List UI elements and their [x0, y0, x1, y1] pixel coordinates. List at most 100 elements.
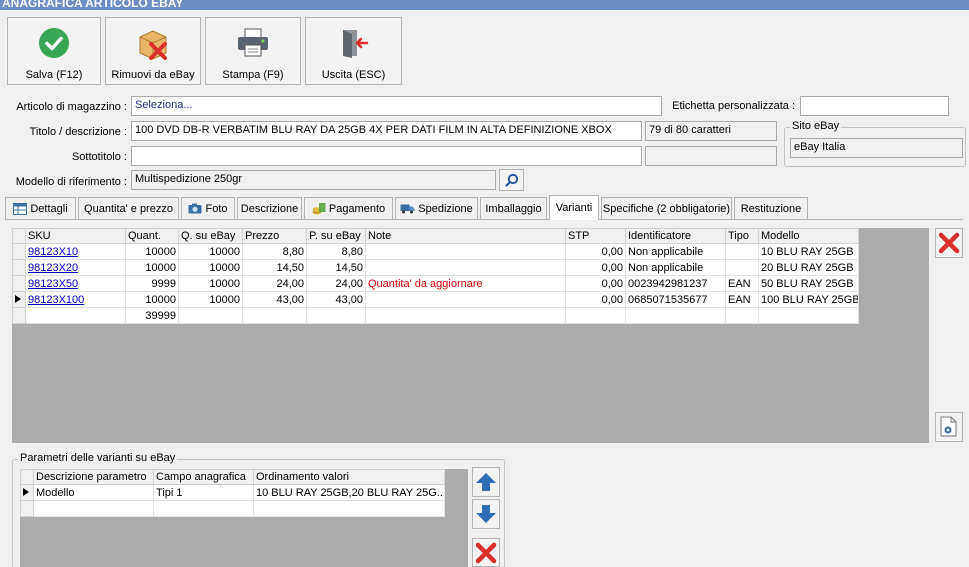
table-row[interactable]: Modello Tipi 1 10 BLU RAY 25GB,20 BLU RA… [20, 484, 445, 501]
cell-note[interactable] [365, 291, 566, 308]
tab-restituzione[interactable]: Restituzione [734, 197, 808, 219]
table-row[interactable]: 98123X10 10000 10000 8,80 8,80 0,00 Non … [12, 243, 859, 260]
tab-descrizione[interactable]: Descrizione [237, 197, 302, 219]
cell-quant[interactable]: 10000 [125, 259, 179, 276]
row-indicator[interactable] [12, 243, 26, 260]
row-indicator[interactable] [12, 259, 26, 276]
col-header-ordinamento-valori[interactable]: Ordinamento valori [253, 469, 445, 485]
cell-note[interactable]: Quantita' da aggiornare [365, 275, 566, 292]
move-up-button[interactable] [472, 467, 500, 497]
row-indicator-current[interactable] [20, 484, 34, 501]
col-header-prezzo[interactable]: Prezzo [242, 228, 307, 244]
table-row[interactable]: 98123X20 10000 10000 14,50 14,50 0,00 No… [12, 259, 859, 276]
tab-imballaggio[interactable]: Imballaggio [480, 197, 547, 219]
cell-modello[interactable]: 10 BLU RAY 25GB [758, 243, 859, 260]
tab-spedizione[interactable]: Spedizione [395, 197, 478, 219]
table-row[interactable]: 98123X100 10000 10000 43,00 43,00 0,00 0… [12, 291, 859, 308]
cell-ordinamento-valori[interactable]: 10 BLU RAY 25GB,20 BLU RAY 25G... [253, 484, 445, 501]
col-header-p-ebay[interactable]: P. su eBay [306, 228, 366, 244]
col-header-identificatore[interactable]: Identificatore [625, 228, 726, 244]
cell-q-ebay[interactable]: 10000 [178, 291, 243, 308]
articolo-field[interactable]: Seleziona... [131, 96, 662, 116]
cell-q-ebay[interactable]: 10000 [178, 275, 243, 292]
tab-label: Restituzione [740, 202, 802, 215]
col-header-note[interactable]: Note [365, 228, 566, 244]
row-indicator[interactable] [20, 500, 34, 517]
table-row-new[interactable] [20, 500, 445, 517]
save-button[interactable]: Salva (F12) [7, 17, 101, 85]
tab-label: Specifiche (2 obbligatorie) [602, 202, 731, 215]
etichetta-field[interactable] [800, 96, 949, 116]
cell-identificatore[interactable]: Non applicabile [625, 259, 726, 276]
cell-stp[interactable]: 0,00 [565, 259, 626, 276]
cell-modello[interactable]: 50 BLU RAY 25GB [758, 275, 859, 292]
cell-quant[interactable]: 10000 [125, 243, 179, 260]
exit-button[interactable]: Uscita (ESC) [305, 17, 402, 85]
col-header-campo-anagrafica[interactable]: Campo anagrafica [153, 469, 254, 485]
row-indicator[interactable] [12, 275, 26, 292]
sito-ebay-label: Sito eBay [790, 120, 842, 132]
cell-identificatore[interactable]: 0685071535677 [625, 291, 726, 308]
totals-row: 39999 [12, 307, 859, 324]
sku-link[interactable]: 98123X20 [28, 262, 78, 274]
cell-p-ebay[interactable]: 8,80 [306, 243, 366, 260]
tab-foto[interactable]: Foto [181, 197, 235, 219]
cell-modello[interactable]: 20 BLU RAY 25GB [758, 259, 859, 276]
print-button[interactable]: Stampa (F9) [205, 17, 301, 85]
cell-tipo[interactable]: EAN [725, 275, 759, 292]
params-table: Descrizione parametro Campo anagrafica O… [20, 469, 445, 517]
cell-modello[interactable]: 100 BLU RAY 25GB [758, 291, 859, 308]
cell-p-ebay[interactable]: 43,00 [306, 291, 366, 308]
delete-param-button[interactable] [472, 538, 500, 567]
delete-variant-button[interactable] [935, 228, 963, 258]
tab-specifiche[interactable]: Specifiche (2 obbligatorie) [601, 197, 732, 219]
cell-quant[interactable]: 10000 [125, 291, 179, 308]
tab-dettagli[interactable]: Dettagli [5, 197, 76, 219]
col-header-q-ebay[interactable]: Q. su eBay [178, 228, 243, 244]
move-down-button[interactable] [472, 499, 500, 529]
cell-tipo[interactable] [725, 243, 759, 260]
cell-q-ebay[interactable]: 10000 [178, 259, 243, 276]
cell-prezzo[interactable]: 43,00 [242, 291, 307, 308]
col-header-stp[interactable]: STP [565, 228, 626, 244]
cell-prezzo[interactable]: 8,80 [242, 243, 307, 260]
cell-note[interactable] [365, 259, 566, 276]
row-indicator-current[interactable] [12, 291, 26, 308]
titolo-field[interactable]: 100 DVD DB-R VERBATIM BLU RAY DA 25GB 4X… [131, 121, 642, 141]
table-row[interactable]: 98123X50 9999 10000 24,00 24,00 Quantita… [12, 275, 859, 292]
sku-link[interactable]: 98123X10 [28, 246, 78, 258]
sku-link[interactable]: 98123X100 [28, 294, 84, 306]
cell-prezzo[interactable]: 24,00 [242, 275, 307, 292]
cell-p-ebay[interactable]: 24,00 [306, 275, 366, 292]
col-header-sku[interactable]: SKU [25, 228, 126, 244]
sottotitolo-count [645, 146, 777, 166]
cell-q-ebay[interactable]: 10000 [178, 243, 243, 260]
cell-quant[interactable]: 9999 [125, 275, 179, 292]
cell-p-ebay[interactable]: 14,50 [306, 259, 366, 276]
tab-pagamento[interactable]: Pagamento [304, 197, 393, 219]
cell-note[interactable] [365, 243, 566, 260]
cell-campo-anagrafica[interactable]: Tipi 1 [153, 484, 254, 501]
cell-stp[interactable]: 0,00 [565, 243, 626, 260]
cell-prezzo[interactable]: 14,50 [242, 259, 307, 276]
tab-quantita-prezzo[interactable]: Quantita' e prezzo [78, 197, 179, 219]
remove-from-ebay-button[interactable]: Rimuovi da eBay [105, 17, 201, 85]
tab-varianti[interactable]: Varianti [549, 195, 599, 220]
sottotitolo-field[interactable] [131, 146, 642, 166]
col-header-quant[interactable]: Quant. [125, 228, 179, 244]
col-header-tipo[interactable]: Tipo [725, 228, 759, 244]
cell-tipo[interactable] [725, 259, 759, 276]
search-modello-button[interactable] [499, 169, 524, 191]
row-indicator [12, 307, 26, 324]
col-header-modello[interactable]: Modello [758, 228, 859, 244]
cell-identificatore[interactable]: Non applicabile [625, 243, 726, 260]
cell-stp[interactable]: 0,00 [565, 291, 626, 308]
variant-settings-button[interactable] [935, 412, 963, 442]
cell-identificatore[interactable]: 0023942981237 [625, 275, 726, 292]
cell-stp[interactable]: 0,00 [565, 275, 626, 292]
modello-field: Multispedizione 250gr [131, 170, 496, 190]
cell-descrizione-parametro[interactable]: Modello [33, 484, 154, 501]
sku-link[interactable]: 98123X50 [28, 278, 78, 290]
col-header-descrizione-parametro[interactable]: Descrizione parametro [33, 469, 154, 485]
cell-tipo[interactable]: EAN [725, 291, 759, 308]
